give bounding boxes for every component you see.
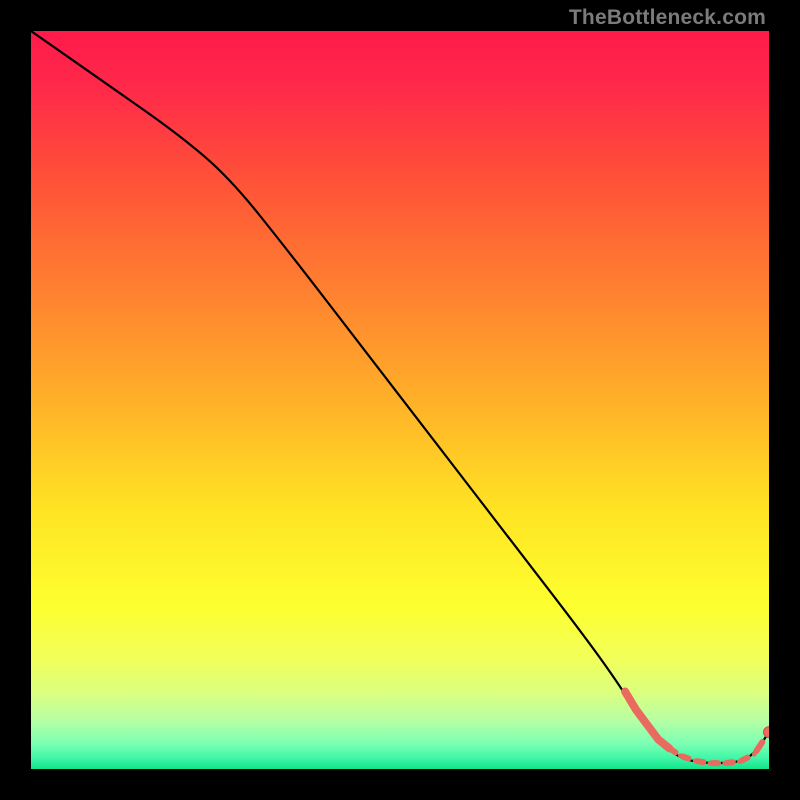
marker-dot [722,761,727,766]
watermark-label: TheBottleneck.com [569,6,766,30]
plot-area [31,31,769,769]
marker-dot [656,737,661,742]
marker-dash [756,742,762,751]
marker-end-dot [764,727,770,738]
marker-dot [623,689,628,694]
marker-dash [671,749,675,752]
marker-dash [697,761,703,762]
marker-dash [727,762,733,763]
marker-thick-segment [625,692,669,749]
marker-group [623,689,769,765]
marker-dash [742,758,748,761]
marker-dot [752,752,757,757]
bottleneck-curve [31,31,769,763]
marker-dash [683,756,689,758]
marker-dot [708,761,713,766]
curve-layer [31,31,769,769]
marker-dot [678,753,683,758]
chart-stage: TheBottleneck.com [0,0,800,800]
marker-dot [737,759,742,764]
marker-dot [645,722,650,727]
marker-dot [634,708,639,713]
marker-dot [693,758,698,763]
marker-dot [667,746,672,751]
